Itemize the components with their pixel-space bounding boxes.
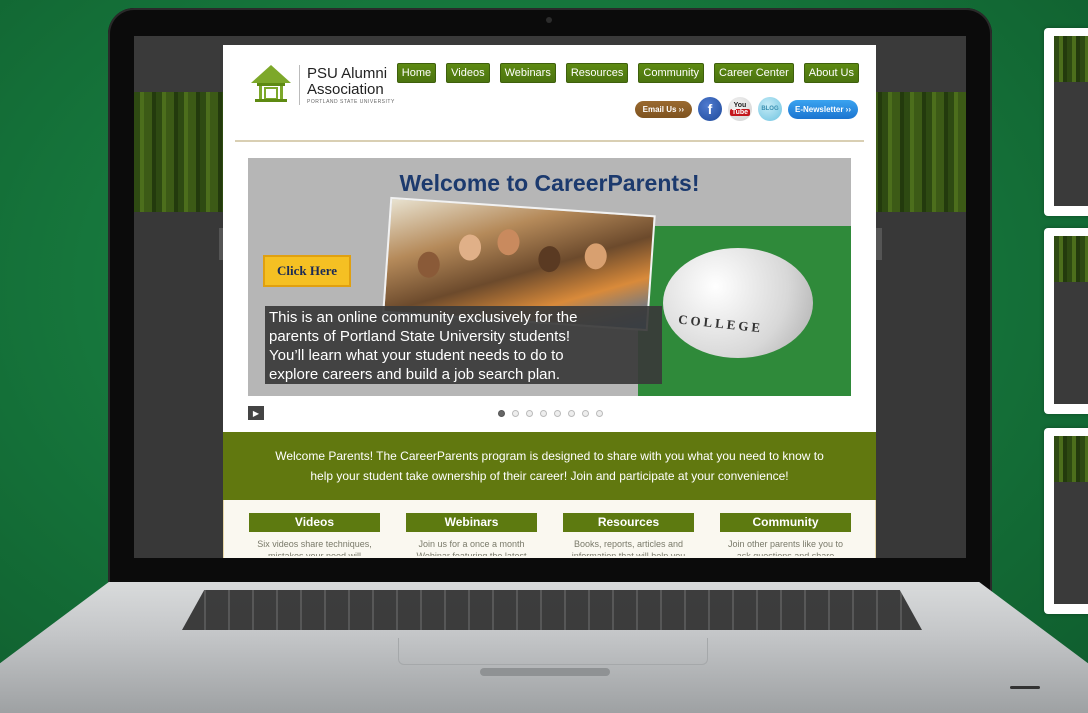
welcome-banner: Welcome Parents! The CareerParents progr… (223, 432, 876, 500)
thumbnail-preview (1054, 36, 1088, 206)
nav-home[interactable]: Home (396, 63, 437, 83)
card-body: Join other parents like you to ask quest… (727, 539, 844, 556)
caption-line: You’ll learn what your student needs to … (269, 347, 564, 364)
card-body: Join us for a once a month Webinar featu… (416, 539, 527, 556)
slide-dot-1[interactable] (498, 410, 505, 417)
welcome-line: Welcome Parents! The CareerParents progr… (275, 449, 824, 463)
thumbnail-preview (1054, 236, 1088, 404)
card-resources[interactable]: Resources Books, reports, articles and i… (563, 513, 694, 556)
e-newsletter-button[interactable]: E-Newsletter ›› (787, 99, 858, 119)
slide-dot-6[interactable] (568, 410, 575, 417)
laptop-notch (480, 668, 610, 676)
card-body: Six videos share techniques, mistakes yo… (257, 539, 372, 556)
slide-dot-8[interactable] (596, 410, 603, 417)
nav-community[interactable]: Community (638, 63, 705, 83)
youtube-icon[interactable]: You Tube (727, 97, 752, 121)
house-logo-icon (251, 65, 291, 102)
caption-line: explore careers and build a job search p… (269, 366, 561, 383)
thumbnail-band (1054, 436, 1088, 482)
piggy-bank-image (663, 248, 813, 358)
slide-dot-2[interactable] (512, 410, 519, 417)
keyboard (182, 590, 922, 630)
nav-about-us[interactable]: About Us (803, 63, 859, 83)
welcome-line: help your student take ownership of thei… (310, 469, 789, 483)
feature-cards: Videos Six videos share techniques, mist… (223, 500, 876, 558)
student-face (537, 245, 562, 273)
student-face (458, 233, 482, 262)
main-nav: Home Videos Webinars Resources Community… (396, 63, 859, 83)
logo-title-line2: Association (307, 81, 384, 98)
card-community[interactable]: Community Join other parents like you to… (720, 513, 851, 556)
slide-dot-4[interactable] (540, 410, 547, 417)
youtube-icon-bottom: Tube (729, 109, 751, 116)
thumbnail-3[interactable] (1044, 428, 1088, 614)
hero-slide[interactable]: Welcome to CareerParents! COLLEGE Click … (248, 158, 851, 396)
click-here-button[interactable]: Click Here (263, 255, 351, 287)
card-videos[interactable]: Videos Six videos share techniques, mist… (249, 513, 380, 556)
caption-line: This is an online community exclusively … (269, 309, 578, 326)
student-face (583, 242, 608, 271)
blog-icon[interactable]: BLOG (757, 97, 782, 121)
nav-webinars[interactable]: Webinars (499, 63, 556, 83)
card-title: Resources (563, 513, 694, 532)
nav-career-center[interactable]: Career Center (714, 63, 794, 83)
camera-dot (546, 17, 552, 23)
logo-subtitle: PORTLAND STATE UNIVERSITY (307, 99, 395, 105)
logo-divider (299, 65, 300, 105)
student-face (416, 250, 441, 279)
card-title: Community (720, 513, 851, 532)
student-face (496, 228, 521, 256)
nav-resources[interactable]: Resources (565, 63, 629, 83)
youtube-icon-top: You (733, 102, 747, 109)
facebook-icon[interactable]: f (697, 97, 722, 121)
thumbnail-2[interactable] (1044, 228, 1088, 414)
thumbnail-preview (1054, 436, 1088, 604)
slideshow-play-button[interactable]: ▶ (248, 406, 264, 420)
slide-dot-5[interactable] (554, 410, 561, 417)
card-body: Books, reports, articles and information… (571, 539, 686, 556)
card-webinars[interactable]: Webinars Join us for a once a month Webi… (406, 513, 537, 556)
header-divider (235, 140, 864, 142)
thumbnail-band (1054, 236, 1088, 282)
card-title: Webinars (406, 513, 537, 532)
thumbnail-band (1054, 36, 1088, 82)
card-title: Videos (249, 513, 380, 532)
slide-dot-3[interactable] (526, 410, 533, 417)
caption-line: parents of Portland State University stu… (269, 328, 570, 345)
logo-title-line1: PSU Alumni (307, 65, 388, 82)
website-page: PSU Alumni Association PORTLAND STATE UN… (223, 45, 876, 558)
email-us-button[interactable]: Email Us ›› (634, 100, 692, 118)
slide-pagination (498, 410, 603, 417)
social-bar: Email Us ›› f You Tube BLOG E-Newsletter… (634, 97, 858, 121)
laptop-indicator (1010, 686, 1040, 689)
thumbnail-1[interactable] (1044, 28, 1088, 216)
trackpad (398, 638, 708, 665)
hero-caption: This is an online community exclusively … (265, 306, 662, 384)
nav-videos[interactable]: Videos (446, 63, 490, 83)
slide-dot-7[interactable] (582, 410, 589, 417)
hero-title: Welcome to CareerParents! (399, 170, 700, 196)
